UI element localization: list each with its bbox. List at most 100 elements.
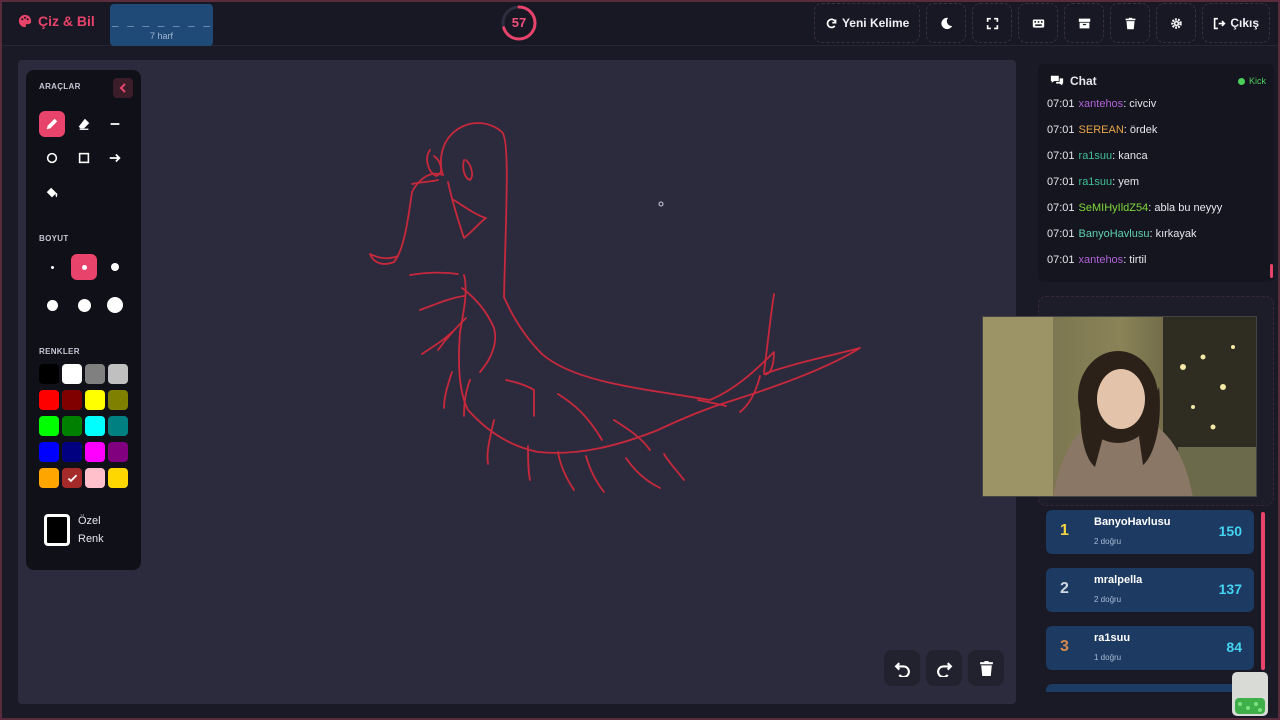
chat-username[interactable]: SeMIHyIldZ54 — [1079, 202, 1149, 214]
chat-message-list: 07:01 xantehos: civciv 07:01 SEREAN: ördek 0… — [1047, 98, 1267, 280]
size-option-6[interactable] — [102, 292, 128, 318]
undo-button[interactable] — [884, 650, 920, 686]
new-word-button[interactable]: Yeni Kelime — [813, 3, 921, 43]
rectangle-tool[interactable] — [71, 145, 97, 171]
fill-tool[interactable] — [39, 180, 65, 206]
settings-button[interactable] — [1156, 3, 1197, 43]
size-option-4[interactable] — [39, 292, 65, 318]
colors-label: RENKLER — [39, 347, 80, 356]
color-swatch[interactable] — [39, 364, 59, 384]
color-swatch[interactable] — [85, 416, 105, 436]
chat-time: 07:01 — [1047, 124, 1075, 136]
size-option-1[interactable] — [39, 254, 65, 280]
chat-text: : kanca — [1112, 150, 1148, 162]
chat-bubbles-icon — [1050, 75, 1064, 86]
color-swatch[interactable] — [85, 390, 105, 410]
color-swatch[interactable] — [108, 364, 128, 384]
circle-tool[interactable] — [39, 145, 65, 171]
webcam-overlay — [982, 316, 1257, 497]
color-swatch[interactable] — [62, 390, 82, 410]
chat-username[interactable]: SEREAN — [1079, 124, 1124, 136]
pen-icon — [46, 118, 58, 130]
webcam-image — [983, 317, 1256, 496]
size-option-5[interactable] — [71, 292, 97, 318]
round-timer: 57 — [500, 4, 538, 42]
color-swatch[interactable] — [85, 364, 105, 384]
redo-icon — [936, 661, 952, 677]
chat-time: 07:01 — [1047, 176, 1075, 188]
archive-icon — [1078, 18, 1090, 28]
chat-text: : abla bu neyyy — [1148, 202, 1223, 214]
color-swatch[interactable] — [108, 416, 128, 436]
chat-username[interactable]: ra1suu — [1079, 176, 1113, 188]
square-icon — [78, 152, 90, 164]
app-title: Çiz & Bil — [38, 13, 95, 29]
chat-message: 07:01 xantehos: tirtil — [1047, 254, 1267, 280]
top-bar: Çiz & Bil _ _ _ _ _ _ _ 7 harf 57 Yeni K… — [2, 2, 1278, 46]
clear-canvas-button[interactable] — [968, 650, 1004, 686]
chat-text: : ördek — [1123, 124, 1158, 136]
size-option-3[interactable] — [102, 254, 128, 280]
color-swatch[interactable] — [39, 468, 59, 488]
chat-time: 07:01 — [1047, 202, 1075, 214]
chat-text: : kırkayak — [1149, 228, 1197, 240]
custom-color-label-line2: Renk — [78, 533, 104, 545]
keyboard-button[interactable] — [1018, 3, 1059, 43]
custom-color-button[interactable]: Özel Renk — [44, 512, 118, 548]
color-swatch[interactable] — [39, 442, 59, 462]
redo-button[interactable] — [926, 650, 962, 686]
word-pattern: _ _ _ _ _ _ _ — [111, 14, 212, 27]
pen-tool[interactable] — [39, 111, 65, 137]
chevron-left-icon — [119, 83, 126, 93]
chat-time: 07:01 — [1047, 150, 1075, 162]
eraser-tool[interactable] — [71, 111, 97, 137]
tools-title: ARAÇLAR — [39, 82, 81, 91]
size-option-2[interactable] — [71, 254, 97, 280]
color-swatch[interactable] — [62, 442, 82, 462]
circle-icon — [46, 152, 58, 164]
chat-username[interactable]: BanyoHavlusu — [1079, 228, 1150, 240]
leaderboard: 1 BanyoHavlusu 2 doğru 150 2 mralpella 2 doğru… — [1046, 510, 1266, 684]
palette-icon — [18, 14, 32, 28]
player-score: 137 — [1218, 581, 1242, 597]
leaderboard-row: 2 mralpella 2 doğru 137 — [1046, 568, 1254, 612]
color-swatch[interactable] — [62, 416, 82, 436]
logout-button[interactable]: Çıkış — [1202, 3, 1270, 43]
color-swatch[interactable] — [39, 416, 59, 436]
chat-username[interactable]: xantehos — [1079, 98, 1124, 110]
color-swatch[interactable] — [62, 364, 82, 384]
archive-button[interactable] — [1064, 3, 1105, 43]
leaderboard-row: 3 ra1suu 1 doğru 84 — [1046, 626, 1254, 670]
chat-message: 07:01 BanyoHavlusu: kırkayak — [1047, 228, 1267, 254]
delete-button[interactable] — [1110, 3, 1151, 43]
custom-color-label-line1: Özel — [78, 515, 101, 527]
color-swatch[interactable] — [108, 468, 128, 488]
line-tool[interactable] — [102, 111, 128, 137]
color-swatch[interactable] — [108, 390, 128, 410]
chat-username[interactable]: ra1suu — [1079, 150, 1113, 162]
player-name: BanyoHavlusu — [1094, 516, 1171, 528]
size-label: BOYUT — [39, 234, 69, 243]
color-swatch[interactable] — [108, 442, 128, 462]
color-swatch[interactable] — [62, 468, 82, 488]
chat-scrollbar[interactable] — [1270, 264, 1273, 278]
chat-username[interactable]: xantehos — [1079, 254, 1124, 266]
timer-value: 57 — [511, 15, 527, 30]
player-rank: 2 — [1060, 580, 1069, 597]
refresh-icon — [826, 18, 837, 28]
trash-icon — [979, 660, 993, 676]
leaderboard-scrollbar[interactable] — [1261, 512, 1265, 670]
dark-mode-button[interactable] — [926, 3, 967, 43]
collapse-tools-button[interactable] — [113, 78, 133, 98]
logout-icon — [1214, 17, 1226, 29]
color-swatch[interactable] — [85, 468, 105, 488]
fullscreen-button[interactable] — [972, 3, 1013, 43]
color-swatch[interactable] — [85, 442, 105, 462]
player-correct-count: 2 doğru — [1094, 537, 1122, 546]
drawing-canvas[interactable] — [18, 60, 1016, 704]
arrow-tool[interactable] — [102, 145, 128, 171]
tools-panel: ARAÇLAR BOYUT RENKLER Özel Renk — [26, 70, 141, 570]
live-dot-icon — [1237, 77, 1245, 85]
new-word-label: Yeni Kelime — [841, 16, 910, 30]
color-swatch[interactable] — [39, 390, 59, 410]
